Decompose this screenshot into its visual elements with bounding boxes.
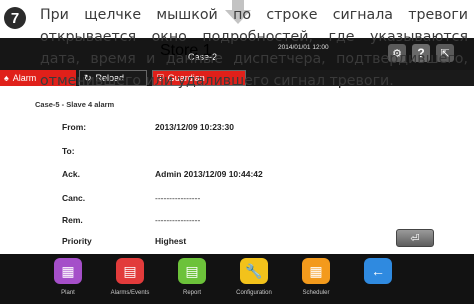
nav-configuration[interactable]: 🔧 Configuration [224,258,284,304]
nav-plant[interactable]: ▦ Plant [38,258,98,304]
priority-value: Highest [155,236,187,246]
nav-alarms-label: Alarms/Events [110,290,150,296]
alarm-document-icon: ▤ [116,258,144,284]
return-arrow-icon: ⏎ [410,232,420,245]
report-icon: ▤ [178,258,206,284]
from-label: From: [62,122,87,132]
instruction-text: При щелчке мышкой по строке сигнала трев… [40,7,468,89]
from-value: 2013/12/09 10:23:30 [155,122,234,132]
rem-value: ---------------- [155,215,201,225]
wrench-icon: 🔧 [240,258,268,284]
return-button[interactable]: ⏎ [396,229,434,247]
nav-report-label: Report [182,290,201,296]
nav-scheduler-label: Scheduler [302,290,330,296]
rem-label: Rem. [62,215,83,225]
nav-alarms-events[interactable]: ▤ Alarms/Events [100,258,160,304]
nav-back[interactable]: ← [348,258,408,304]
nav-plant-label: Plant [61,290,75,296]
canc-value: ---------------- [155,193,201,203]
nav-scheduler[interactable]: ▦ Scheduler [286,258,346,304]
ack-label: Ack. [62,169,80,179]
nav-configuration-label: Configuration [236,290,272,296]
back-arrow-icon: ← [364,258,392,284]
canc-label: Canc. [62,193,86,203]
instruction-caption: 7 При щелчке мышкой по строке сигнала тр… [0,0,474,110]
calendar-icon: ▦ [302,258,330,284]
plant-icon: ▦ [54,258,82,284]
to-label: To: [62,146,75,156]
nav-report[interactable]: ▤ Report [162,258,222,304]
step-number-badge: 7 [4,7,26,29]
ack-value: Admin 2013/12/09 10:44:42 [155,169,263,179]
priority-label: Priority [62,236,92,246]
